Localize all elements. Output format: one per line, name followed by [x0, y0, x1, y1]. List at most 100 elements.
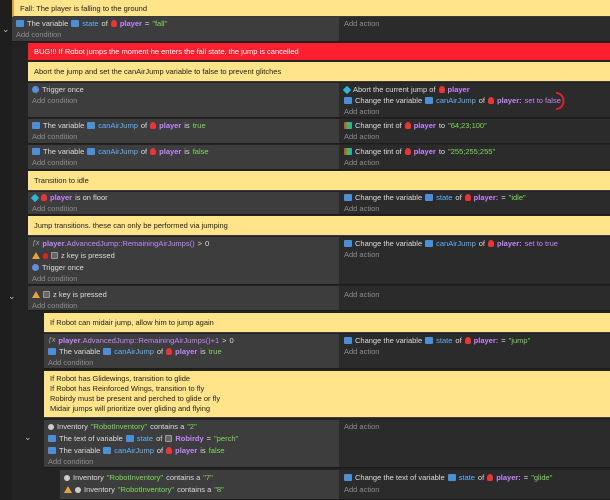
event-canairjump-false[interactable]: The variable canAirJump of player is fal… — [28, 145, 610, 170]
actions: Change the text of variable state of pla… — [340, 470, 610, 499]
object-icon — [41, 194, 47, 201]
var-icon — [103, 447, 112, 454]
conditions: Trigger once Add condition — [28, 83, 340, 117]
condition-state-fall[interactable]: The variable state of player = "fall" — [12, 18, 339, 29]
condition-inventory-contains[interactable]: Inventory "RobotInventory" contains a "7… — [60, 472, 339, 483]
action-set-state-glide[interactable]: Change the text of variable state of pla… — [340, 472, 610, 483]
var-icon — [425, 194, 434, 201]
jump-icon — [342, 85, 352, 94]
add-action[interactable]: Add action — [340, 131, 610, 142]
condition-canairjump-true[interactable]: The variable canAirJump of player is tru… — [44, 346, 339, 357]
condition-on-floor[interactable]: player is on floor — [28, 192, 339, 203]
add-action[interactable]: Add action — [340, 106, 610, 117]
add-condition[interactable]: Add condition — [12, 29, 339, 40]
add-action[interactable]: Add action — [340, 249, 610, 260]
collapse-chevron-icon[interactable]: ⌄ — [8, 291, 16, 302]
event-on-floor[interactable]: player is on floor Add condition Change … — [28, 192, 610, 215]
add-action[interactable]: Add action — [340, 421, 610, 432]
actions: Abort the current jump of player Change … — [340, 83, 610, 117]
actions: Change the variable canAirJump of player… — [340, 237, 610, 284]
object-icon — [150, 122, 157, 129]
expression-icon: ƒx — [48, 337, 56, 344]
add-condition[interactable]: Add condition — [28, 157, 339, 168]
add-condition[interactable]: Add condition — [44, 456, 339, 467]
event-inventory-glidewings[interactable]: Inventory "RobotInventory" contains a "2… — [44, 420, 610, 468]
condition-z-key[interactable]: z key is pressed — [28, 289, 339, 300]
var-icon — [125, 435, 134, 442]
event-state-fall[interactable]: The variable state of player = "fall" Ad… — [12, 17, 610, 42]
add-action[interactable]: Add action — [340, 484, 610, 495]
object-icon — [488, 97, 495, 104]
add-condition[interactable]: Add condition — [28, 95, 339, 106]
comment-abort[interactable]: Abort the jump and set the canAirJump va… — [28, 62, 610, 82]
collapse-chevron-icon[interactable]: ⌄ — [2, 24, 10, 35]
add-action[interactable]: Add action — [340, 157, 610, 168]
event-z-key[interactable]: z key is pressed Add condition Add actio… — [28, 286, 610, 311]
event-trigger-once[interactable]: Trigger once Add condition Abort the cur… — [28, 83, 610, 118]
collapse-chevron-icon[interactable]: ⌄ — [24, 432, 32, 443]
add-action[interactable]: Add action — [340, 346, 610, 357]
action-set-state-idle[interactable]: Change the variable state of player: = "… — [340, 192, 610, 203]
var-icon — [425, 97, 434, 104]
warning-icon — [32, 252, 40, 259]
event-canairjump-true[interactable]: The variable canAirJump of player is tru… — [28, 119, 610, 144]
actions: Add action — [340, 17, 610, 41]
condition-remaining-airjumps[interactable]: ƒx player .AdvancedJump::RemainingAirJum… — [28, 238, 339, 249]
comment-fall[interactable]: Fall: The player is falling to the groun… — [12, 0, 610, 17]
action-set-canairjump-true[interactable]: Change the variable canAirJump of player… — [340, 238, 610, 249]
object-icon — [150, 148, 157, 155]
variable-icon — [48, 447, 56, 454]
object-icon — [404, 148, 411, 155]
inventory-icon — [48, 423, 54, 430]
object-icon — [438, 86, 445, 93]
inventory-icon — [64, 474, 70, 481]
comment-idle[interactable]: Transition to idle — [28, 171, 610, 191]
action-tint[interactable]: Change tint of player to "64;23;100" — [340, 120, 610, 131]
tint-icon — [344, 122, 352, 129]
condition-remaining-airjumps[interactable]: ƒx player .AdvancedJump::RemainingAirJum… — [44, 335, 339, 346]
expression-icon: ƒx — [32, 240, 40, 247]
var-icon — [447, 474, 456, 481]
object-icon — [464, 194, 471, 201]
conditions: player is on floor Add condition — [28, 192, 340, 214]
condition-canairjump-false[interactable]: The variable canAirJump of player is fal… — [44, 445, 339, 456]
condition-trigger-once[interactable]: Trigger once — [28, 262, 339, 273]
comment-jump-transitions[interactable]: Jump transitions. these can only be perf… — [28, 216, 610, 236]
condition-inventory-contains-inverted[interactable]: Inventory "RobotInventory" contains a "8… — [60, 484, 339, 495]
add-condition[interactable]: Add condition — [28, 131, 339, 142]
variable-icon — [48, 435, 56, 442]
actions: Change the variable state of player: = "… — [340, 334, 610, 368]
keyboard-icon — [43, 291, 50, 298]
event-sheet: Fall: The player is falling to the groun… — [0, 0, 610, 500]
add-action[interactable]: Add action — [340, 289, 610, 300]
action-set-state-jump[interactable]: Change the variable state of player: = "… — [340, 335, 610, 346]
object-icon — [166, 348, 173, 355]
action-abort-jump[interactable]: Abort the current jump of player — [340, 84, 610, 95]
variable-icon — [344, 194, 352, 201]
add-condition[interactable]: Add condition — [44, 357, 339, 368]
add-condition[interactable]: Add condition — [28, 273, 339, 284]
conditions: Inventory "RobotInventory" contains a "7… — [60, 470, 340, 499]
condition-inventory-contains[interactable]: Inventory "RobotInventory" contains a "2… — [44, 421, 339, 432]
comment-midair[interactable]: If Robot can midair jump, allow him to j… — [44, 313, 610, 333]
condition-z-key[interactable]: z key is pressed — [28, 250, 339, 261]
condition-trigger-once[interactable]: Trigger once — [28, 84, 339, 95]
action-tint[interactable]: Change tint of player to "255;255;255" — [340, 146, 610, 157]
comment-glide[interactable]: If Robot has Glidewings, transition to g… — [44, 371, 610, 418]
event-midair-jump[interactable]: ƒx player .AdvancedJump::RemainingAirJum… — [44, 334, 610, 369]
condition-canairjump-false[interactable]: The variable canAirJump of player is fal… — [28, 146, 339, 157]
conditions: z key is pressed Add condition — [28, 286, 340, 310]
add-condition[interactable]: Add condition — [28, 300, 339, 311]
condition-canairjump-true[interactable]: The variable canAirJump of player is tru… — [28, 120, 339, 131]
add-action[interactable]: Add action — [340, 203, 610, 214]
conditions: The variable canAirJump of player is tru… — [28, 119, 340, 143]
add-action[interactable]: Add action — [340, 18, 610, 29]
bug-banner[interactable]: BUG!!! If Robot jumps the moment he ente… — [28, 43, 610, 60]
add-condition[interactable]: Add condition — [28, 203, 339, 214]
action-set-canairjump-false[interactable]: Change the variable canAirJump of player… — [340, 95, 610, 106]
event-inventory-reinforced[interactable]: Inventory "RobotInventory" contains a "7… — [60, 470, 610, 500]
condition-text-variable[interactable]: The text of variable state of Robirdy = … — [44, 433, 339, 444]
event-remaining-airjumps[interactable]: ƒx player .AdvancedJump::RemainingAirJum… — [28, 237, 610, 285]
var-icon — [103, 348, 112, 355]
conditions: ƒx player .AdvancedJump::RemainingAirJum… — [44, 334, 340, 368]
